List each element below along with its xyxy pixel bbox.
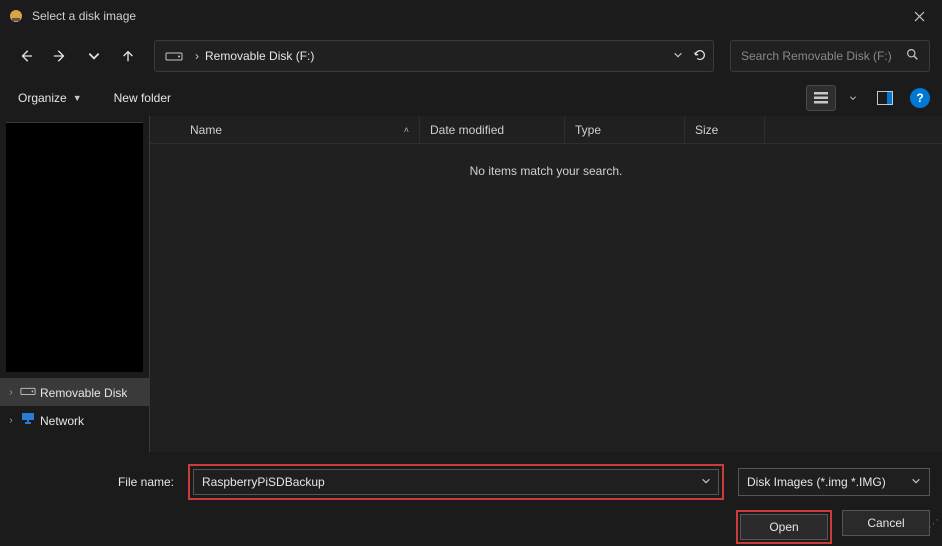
window-title: Select a disk image — [32, 9, 136, 23]
tree-item-label: Network — [40, 414, 84, 428]
file-type-filter[interactable]: Disk Images (*.img *.IMG) — [738, 468, 930, 496]
filename-label: File name: — [12, 475, 182, 489]
chevron-right-icon: › — [6, 387, 16, 398]
filter-label: Disk Images (*.img *.IMG) — [747, 475, 886, 489]
forward-button[interactable] — [46, 42, 74, 70]
network-icon — [20, 412, 36, 429]
view-mode-button[interactable] — [806, 85, 836, 111]
app-icon — [8, 8, 24, 24]
chevron-right-icon: › — [6, 415, 16, 426]
back-button[interactable] — [12, 42, 40, 70]
search-placeholder: Search Removable Disk (F:) — [741, 49, 906, 63]
close-button[interactable] — [896, 0, 942, 32]
column-headers: Name ˄ Date modified Type Size — [150, 116, 942, 144]
navigation-bar: › Removable Disk (F:) Search Removable D… — [0, 32, 942, 80]
column-size[interactable]: Size — [685, 116, 765, 143]
chevron-down-icon — [911, 475, 921, 489]
open-highlight: Open — [736, 510, 832, 544]
chevron-down-icon: ▼ — [73, 93, 82, 103]
refresh-button[interactable] — [693, 48, 707, 65]
recent-locations-button[interactable] — [80, 42, 108, 70]
drive-icon — [165, 50, 183, 62]
preview-pane-button[interactable] — [870, 85, 900, 111]
view-mode-dropdown[interactable] — [838, 85, 868, 111]
sort-indicator-icon: ˄ — [404, 125, 409, 135]
cancel-button[interactable]: Cancel — [842, 510, 930, 536]
breadcrumb-location[interactable]: Removable Disk (F:) — [205, 49, 314, 63]
tree-item-removable-disk[interactable]: › Removable Disk — [0, 379, 149, 406]
new-folder-button[interactable]: New folder — [108, 87, 177, 109]
tree-item-label: Removable Disk — [40, 386, 127, 400]
filename-input[interactable] — [193, 469, 719, 495]
resize-grip[interactable]: ⋰ — [928, 521, 940, 527]
column-type[interactable]: Type — [565, 116, 685, 143]
toolbar: Organize ▼ New folder ? — [0, 80, 942, 116]
column-name[interactable]: Name ˄ — [180, 116, 420, 143]
empty-folder-message: No items match your search. — [150, 164, 942, 178]
breadcrumb-separator: › — [195, 49, 199, 63]
drive-icon — [20, 385, 36, 400]
address-bar[interactable]: › Removable Disk (F:) — [154, 40, 714, 72]
main-area: › Removable Disk › Network Name ˄ D — [0, 116, 942, 452]
bottom-bar: File name: Disk Images (*.img *.IMG) Ope… — [0, 452, 942, 546]
search-icon — [906, 48, 919, 64]
open-button[interactable]: Open — [740, 514, 828, 540]
file-list-pane: Name ˄ Date modified Type Size No items … — [150, 116, 942, 452]
help-button[interactable]: ? — [910, 88, 930, 108]
search-input[interactable]: Search Removable Disk (F:) — [730, 40, 930, 72]
navigation-tree: › Removable Disk › Network — [0, 116, 150, 452]
tree-item-network[interactable]: › Network — [0, 406, 149, 435]
up-button[interactable] — [114, 42, 142, 70]
column-date-modified[interactable]: Date modified — [420, 116, 565, 143]
address-history-dropdown[interactable] — [673, 49, 683, 63]
organize-button[interactable]: Organize ▼ — [12, 87, 88, 109]
preview-placeholder — [6, 122, 143, 372]
titlebar: Select a disk image — [0, 0, 942, 32]
filename-highlight — [188, 464, 724, 500]
